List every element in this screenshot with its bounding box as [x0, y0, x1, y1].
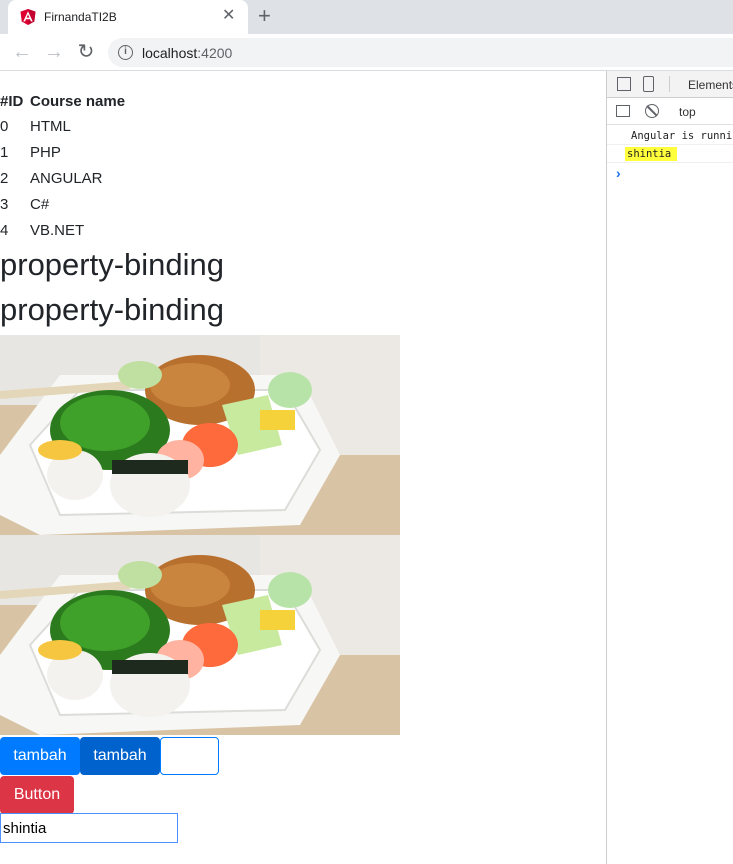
- cell-course: HTML: [30, 117, 71, 135]
- tambah-button[interactable]: tambah: [0, 737, 80, 775]
- table-row: 2 ANGULAR: [0, 165, 128, 191]
- browser-toolbar: ← → ↻ i localhost:4200: [0, 34, 733, 71]
- console-prompt[interactable]: ›: [616, 165, 621, 181]
- divider: [669, 76, 670, 92]
- property-binding-heading: property-binding: [0, 247, 225, 282]
- url-port: :4200: [197, 45, 233, 61]
- cell-course: VB.NET: [30, 221, 85, 239]
- table-header-row: #ID Course name: [0, 89, 128, 113]
- forward-arrow-icon[interactable]: →: [42, 41, 66, 63]
- column-header-course: Course name: [30, 92, 126, 110]
- cell-course: ANGULAR: [30, 169, 103, 187]
- column-header-id: #ID: [0, 92, 24, 110]
- property-binding-heading: property-binding: [0, 292, 225, 327]
- device-toolbar-icon[interactable]: [643, 76, 654, 92]
- url-host: localhost: [142, 45, 198, 61]
- cell-id: 4: [0, 221, 9, 239]
- address-bar[interactable]: i localhost:4200: [108, 38, 733, 67]
- tab-title: FirnandaTI2B: [44, 10, 117, 24]
- tab-close-icon[interactable]: ✕: [222, 8, 235, 24]
- back-arrow-icon[interactable]: ←: [10, 41, 34, 63]
- table-row: 4 VB.NET: [0, 217, 128, 243]
- table-row: 3 C#: [0, 191, 128, 217]
- clear-console-icon[interactable]: [645, 104, 659, 118]
- empty-outline-button[interactable]: [160, 737, 219, 775]
- console-text: Angular is running in development mode.: [631, 130, 733, 142]
- cell-course: C#: [30, 195, 50, 213]
- cell-id: 0: [0, 117, 9, 135]
- food-image: [0, 335, 400, 535]
- cell-id: 1: [0, 143, 9, 161]
- inspect-icon[interactable]: [617, 77, 631, 91]
- tambah-button-active[interactable]: tambah: [80, 737, 160, 775]
- context-selector[interactable]: top: [679, 105, 696, 119]
- table-row: 0 HTML: [0, 113, 128, 139]
- console-toolbar: top: [607, 98, 733, 125]
- browser-tab[interactable]: FirnandaTI2B ✕: [8, 0, 248, 34]
- url-text: localhost:4200: [142, 45, 232, 61]
- devtools-panel: Elements top Angular is running in devel…: [606, 71, 733, 864]
- console-text: shintia: [625, 147, 678, 161]
- name-input[interactable]: [0, 813, 178, 843]
- console-message: Angular is running in development mode.: [607, 127, 733, 145]
- cell-course: PHP: [30, 143, 61, 161]
- reload-icon[interactable]: ↻: [74, 41, 98, 63]
- console-message: shintia: [607, 145, 733, 163]
- tab-elements[interactable]: Elements: [688, 78, 733, 92]
- table-row: 1 PHP: [0, 139, 128, 165]
- sidebar-icon[interactable]: [616, 105, 630, 117]
- devtools-tabbar: Elements: [607, 71, 733, 98]
- angular-favicon-icon: [20, 9, 36, 25]
- new-tab-icon[interactable]: +: [258, 5, 271, 27]
- browser-tabstrip: FirnandaTI2B ✕ +: [0, 0, 733, 34]
- cell-id: 3: [0, 195, 9, 213]
- cell-id: 2: [0, 169, 9, 187]
- page-content: #ID Course name 0 HTML 1 PHP 2 ANGULAR 3…: [0, 71, 606, 864]
- course-table: #ID Course name 0 HTML 1 PHP 2 ANGULAR 3…: [0, 89, 128, 243]
- info-icon[interactable]: i: [118, 45, 133, 60]
- food-image: [0, 535, 400, 735]
- danger-button[interactable]: Button: [0, 776, 74, 814]
